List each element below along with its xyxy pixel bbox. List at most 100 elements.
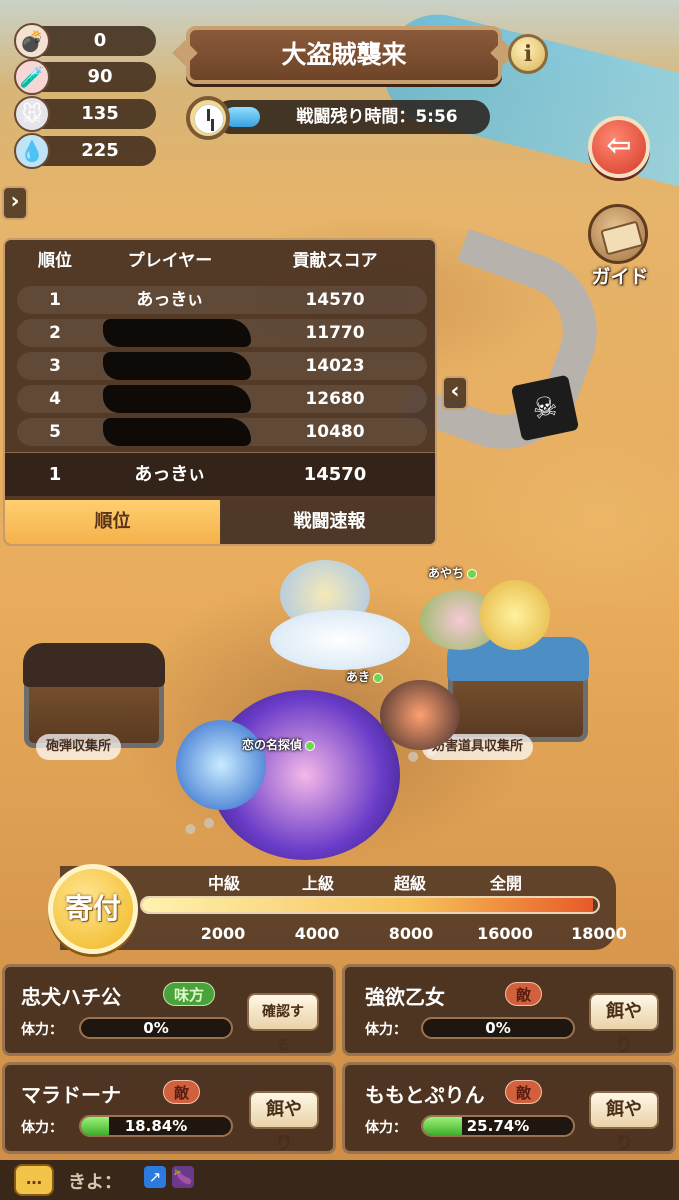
hp-bar: 0%	[421, 1017, 575, 1039]
tier-label: 全開	[489, 874, 522, 893]
my-rank-row: 1 あっきぃ 14570	[5, 452, 435, 496]
side-badge: 敵	[505, 982, 543, 1006]
row-score: 14570	[305, 290, 365, 310]
hp-value: 18.84%	[124, 1117, 188, 1135]
collapse-ranking-button[interactable]: ‹	[442, 376, 468, 410]
tier-threshold: 16000	[477, 924, 533, 943]
ranking-panel: 順位 プレイヤー 貢献スコア 1 あっきぃ 14570 2 11770 3 14…	[3, 238, 437, 546]
row-rank: 4	[49, 389, 61, 409]
guide-button[interactable]: ガイド	[580, 204, 656, 288]
redacted-name	[103, 385, 251, 413]
tier-threshold: 8000	[388, 924, 434, 943]
clock-icon	[186, 96, 230, 140]
expand-left-button[interactable]: ›	[2, 186, 28, 220]
chat-icon[interactable]: …	[14, 1164, 54, 1196]
donate-button[interactable]: 寄付	[48, 864, 138, 954]
row-player: あっきぃ	[136, 290, 204, 310]
info-button[interactable]: i	[508, 34, 548, 74]
boss-card: ももとぷりん 敵 体力： 25.74% 餌やり	[342, 1062, 676, 1154]
header-player: プレイヤー	[127, 251, 213, 271]
row-rank: 3	[49, 356, 61, 376]
resource-mouse: 🐭 135	[14, 96, 156, 132]
row-score: 10480	[305, 422, 365, 442]
eggplant-icon: 🍆	[172, 1166, 194, 1188]
player-character[interactable]	[380, 680, 460, 750]
tab-battle-report[interactable]: 戦闘速報	[222, 500, 435, 544]
ranking-row[interactable]: 5 10480	[17, 418, 427, 446]
donation-progress-fill	[142, 898, 594, 912]
boss-card: 忠犬ハチ公 味方 体力： 0% 確認する	[2, 964, 336, 1056]
player-character[interactable]	[480, 580, 550, 650]
row-rank: 2	[49, 323, 61, 343]
header-score: 貢献スコア	[292, 251, 378, 271]
potion-icon: 🧪	[14, 59, 50, 95]
map-scroll-icon	[588, 204, 648, 264]
feed-button[interactable]: 餌やり	[589, 1091, 659, 1154]
redacted-name	[103, 418, 251, 446]
hp-bar: 25.74%	[421, 1115, 575, 1137]
side-badge: 味方	[163, 982, 216, 1006]
crystal-icon: 💧	[14, 133, 50, 169]
player-name-tag: あやち	[428, 564, 478, 581]
header-rank: 順位	[38, 251, 72, 271]
boss-card: マラドーナ 敵 体力： 18.84% 餌やり	[2, 1062, 336, 1154]
boss-name: 強欲乙女	[365, 985, 445, 1009]
exit-icon: ⇦	[606, 128, 632, 163]
boss-card: 強欲乙女 敵 体力： 0% 餌やり	[342, 964, 676, 1056]
row-score: 12680	[305, 389, 365, 409]
tab-ranking[interactable]: 順位	[5, 500, 220, 544]
row-rank: 1	[49, 290, 61, 310]
feed-button[interactable]: 餌やり	[589, 993, 659, 1056]
boss-name: ももとぷりん	[365, 1083, 485, 1107]
exit-button[interactable]: ⇦	[588, 116, 650, 178]
my-score: 14570	[303, 464, 367, 485]
resource-value: 225	[81, 140, 119, 161]
ranking-row[interactable]: 4 12680	[17, 385, 427, 413]
side-badge: 敵	[505, 1080, 543, 1104]
player-name-tag: 恋の名探偵	[242, 736, 316, 753]
resource-potion: 🧪 90	[14, 59, 156, 95]
event-title: 大盗賊襲来	[186, 26, 502, 84]
my-player: あっきぃ	[134, 464, 206, 485]
boss-name: 忠犬ハチ公	[21, 985, 121, 1009]
feed-button[interactable]: 餌やり	[249, 1091, 319, 1154]
hp-value: 0%	[485, 1019, 511, 1037]
tier-threshold: 2000	[200, 924, 246, 943]
resource-value: 0	[93, 30, 107, 51]
resource-value: 90	[87, 66, 113, 87]
ranking-row[interactable]: 2 11770	[17, 319, 427, 347]
row-score: 14023	[305, 356, 365, 376]
ranking-header: 順位 プレイヤー 貢献スコア	[5, 246, 435, 280]
ranking-tabs: 順位 戦闘速報	[5, 500, 435, 544]
hp-value: 25.74%	[466, 1117, 530, 1135]
obstacle-depot[interactable]	[447, 637, 589, 742]
hp-bar: 18.84%	[79, 1115, 233, 1137]
player-name-tag: あき	[346, 668, 384, 685]
row-score: 11770	[305, 323, 365, 343]
hp-bar: 0%	[79, 1017, 233, 1039]
tier-threshold: 18000	[571, 924, 627, 943]
ranking-row[interactable]: 1 あっきぃ 14570	[17, 286, 427, 314]
tier-threshold: 4000	[294, 924, 340, 943]
hp-label: 体力：	[365, 1120, 407, 1136]
boss-name: マラドーナ	[21, 1083, 121, 1107]
chat-preview: きよ：	[68, 1172, 122, 1193]
my-rank: 1	[48, 464, 62, 485]
confirm-button[interactable]: 確認する	[247, 993, 319, 1054]
zone-label-cannonball: 砲弾収集所	[36, 734, 122, 760]
arrow-icon: ↗	[144, 1166, 166, 1188]
hp-label: 体力：	[21, 1022, 63, 1038]
tier-label: 中級	[207, 874, 240, 893]
hp-label: 体力：	[21, 1120, 63, 1136]
bomb-icon: 💣	[14, 23, 50, 59]
tier-label: 超級	[393, 874, 426, 893]
side-badge: 敵	[163, 1080, 201, 1104]
resource-crystal: 💧 225	[14, 133, 156, 169]
player-character[interactable]	[176, 720, 266, 810]
guide-label: ガイド	[591, 266, 649, 288]
donation-progress-bar	[140, 896, 600, 914]
cloud-character[interactable]	[270, 610, 410, 670]
redacted-name	[103, 352, 251, 380]
ranking-row[interactable]: 3 14023	[17, 352, 427, 380]
row-rank: 5	[49, 422, 61, 442]
